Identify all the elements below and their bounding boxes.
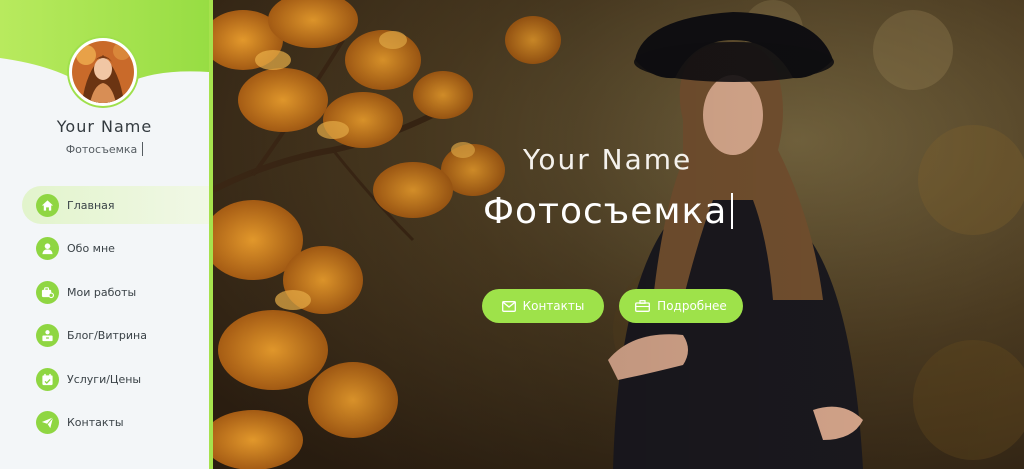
profile-role: Фотосъемка bbox=[0, 142, 209, 156]
sidebar-item-label: Блог/Витрина bbox=[67, 329, 147, 342]
briefcase-icon bbox=[635, 300, 651, 312]
hero-background-photo bbox=[213, 0, 1024, 469]
contacts-button-label: Контакты bbox=[522, 299, 585, 313]
avatar[interactable] bbox=[69, 38, 137, 106]
sidebar-nav: Главная Обо мне Мои работы Блог/Витрина … bbox=[22, 186, 209, 447]
sidebar-item-home[interactable]: Главная bbox=[22, 186, 209, 224]
sidebar-item-label: Услуги/Цены bbox=[67, 372, 142, 386]
sidebar-item-label: Обо мне bbox=[67, 242, 115, 255]
mail-icon bbox=[501, 300, 516, 312]
profile-role-text: Фотосъемка bbox=[65, 143, 138, 156]
typing-cursor bbox=[731, 193, 734, 229]
hero-role: Фотосъемка bbox=[483, 191, 734, 232]
sidebar-item-label: Мои работы bbox=[67, 285, 137, 299]
sidebar-item-label: Контакты bbox=[67, 416, 124, 429]
sidebar-item-about[interactable]: Обо мне bbox=[22, 230, 209, 268]
more-button[interactable]: Подробнее bbox=[619, 289, 743, 323]
sidebar: Your Name Фотосъемка Главная Обо мне Мои… bbox=[0, 0, 213, 469]
typing-cursor bbox=[142, 142, 144, 156]
blog-icon bbox=[36, 324, 59, 347]
send-icon bbox=[36, 411, 59, 434]
user-icon bbox=[36, 237, 59, 260]
sidebar-item-services[interactable]: Услуги/Цены bbox=[22, 360, 209, 398]
profile-name: Your Name bbox=[56, 117, 153, 136]
hero-name: Your Name bbox=[523, 143, 693, 176]
hero-role-text: Фотосъемка bbox=[483, 191, 728, 232]
hero-section: Your Name Фотосъемка Контакты Подробнее bbox=[213, 0, 1024, 469]
more-button-label: Подробнее bbox=[657, 299, 727, 313]
contacts-button[interactable]: Контакты bbox=[482, 289, 604, 323]
calendar-icon bbox=[36, 367, 59, 391]
sidebar-item-label: Главная bbox=[67, 198, 115, 212]
works-icon bbox=[36, 280, 59, 304]
sidebar-item-blog[interactable]: Блог/Витрина bbox=[22, 317, 209, 355]
sidebar-item-works[interactable]: Мои работы bbox=[22, 273, 209, 311]
sidebar-item-contacts[interactable]: Контакты bbox=[22, 404, 209, 442]
home-icon bbox=[36, 193, 59, 217]
